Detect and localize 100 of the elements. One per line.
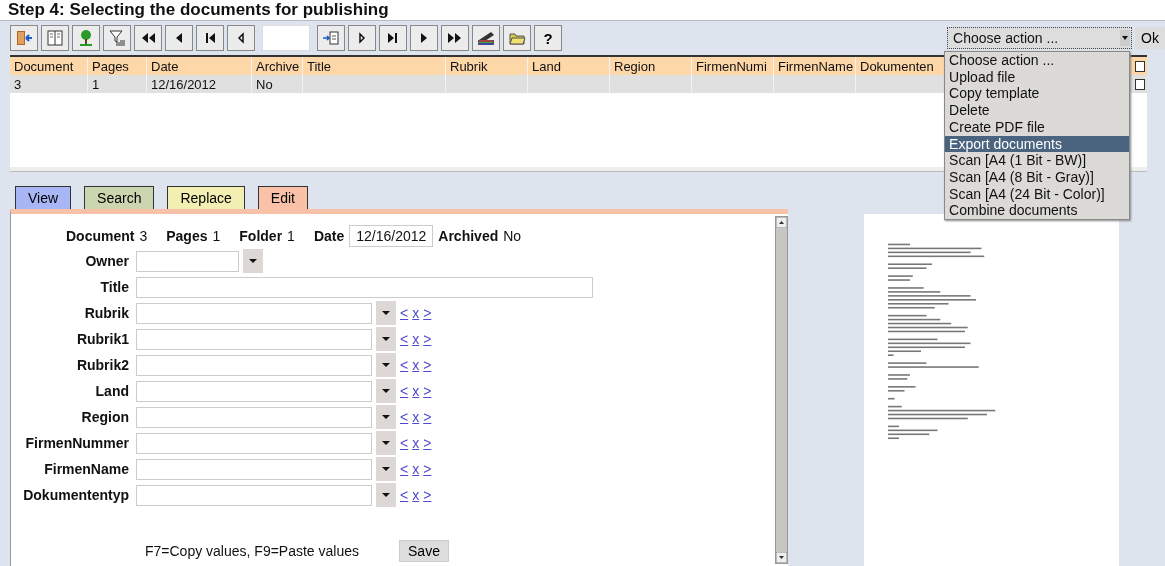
input-field[interactable] bbox=[136, 328, 372, 350]
nav-link[interactable]: > bbox=[423, 383, 432, 399]
nav-link[interactable]: > bbox=[423, 487, 432, 503]
insert-button[interactable] bbox=[317, 25, 345, 51]
nav-link[interactable]: x bbox=[412, 357, 420, 373]
nav-link[interactable]: x bbox=[412, 435, 420, 451]
nav-link[interactable]: > bbox=[423, 357, 432, 373]
tree-icon bbox=[80, 30, 92, 46]
field-label: FirmenName bbox=[43, 461, 130, 477]
save-button[interactable]: Save bbox=[399, 540, 449, 562]
action-dropdown[interactable]: Choose action ... bbox=[947, 27, 1133, 49]
tab[interactable]: Edit bbox=[257, 186, 308, 211]
dropdown-button[interactable] bbox=[376, 301, 396, 325]
nav-link[interactable]: < bbox=[400, 357, 409, 373]
select-all-checkbox[interactable] bbox=[1135, 60, 1145, 72]
columns-button[interactable] bbox=[41, 25, 69, 51]
menu-option[interactable]: Create PDF file bbox=[945, 118, 1130, 136]
nav-link[interactable]: > bbox=[423, 435, 432, 451]
tree-button[interactable] bbox=[72, 25, 100, 51]
input-field[interactable] bbox=[136, 406, 372, 428]
dropdown-button[interactable] bbox=[376, 327, 396, 351]
date-field[interactable]: 12/16/2012 bbox=[349, 225, 434, 247]
next-icon bbox=[359, 32, 366, 44]
first-button[interactable] bbox=[196, 25, 224, 51]
nav-link[interactable]: x bbox=[412, 331, 420, 347]
nav-link[interactable]: x bbox=[412, 305, 420, 321]
folder-button[interactable] bbox=[503, 25, 531, 51]
row-checkbox[interactable] bbox=[1135, 78, 1145, 90]
filter-button[interactable] bbox=[103, 25, 131, 51]
dropdown-button[interactable] bbox=[376, 431, 396, 455]
fast-back-icon bbox=[142, 33, 155, 43]
table-cell: 12/16/2012 bbox=[151, 76, 217, 92]
info-value: 1 bbox=[212, 228, 221, 244]
info-value: No bbox=[503, 228, 522, 244]
field-label: Title bbox=[99, 279, 130, 295]
menu-option[interactable]: Upload file bbox=[945, 68, 1130, 86]
scanner-button[interactable] bbox=[472, 25, 500, 51]
menu-option[interactable]: Copy template bbox=[945, 85, 1130, 103]
dropdown-button[interactable] bbox=[376, 483, 396, 507]
dropdown-button[interactable] bbox=[376, 379, 396, 403]
owner-field[interactable] bbox=[136, 250, 239, 272]
input-field[interactable] bbox=[136, 484, 372, 506]
title-field[interactable] bbox=[136, 276, 593, 298]
last-button[interactable] bbox=[379, 25, 407, 51]
input-field[interactable] bbox=[136, 354, 372, 376]
nav-link[interactable]: < bbox=[400, 435, 409, 451]
tab[interactable]: Replace bbox=[167, 186, 245, 209]
nav-link[interactable]: x bbox=[412, 409, 420, 425]
nav-link[interactable]: < bbox=[400, 331, 409, 347]
help-button[interactable]: ? bbox=[534, 25, 562, 51]
menu-option[interactable]: Delete bbox=[945, 102, 1130, 119]
fastback-button[interactable] bbox=[134, 25, 162, 51]
nav-link[interactable]: < bbox=[400, 461, 409, 477]
table-cell: 3 bbox=[14, 76, 22, 92]
scroll-down-icon[interactable] bbox=[776, 552, 787, 563]
tab[interactable]: Search bbox=[84, 186, 155, 209]
nav-link[interactable]: < bbox=[400, 487, 409, 503]
info-label: Archived bbox=[438, 228, 499, 244]
menu-option[interactable]: Export documents bbox=[945, 135, 1130, 153]
nav-link[interactable]: x bbox=[412, 461, 420, 477]
next-button[interactable] bbox=[348, 25, 376, 51]
field-label: Region bbox=[80, 409, 130, 425]
ok-button[interactable]: Ok bbox=[1135, 27, 1165, 49]
nav-link[interactable]: < bbox=[400, 305, 409, 321]
info-label: Folder bbox=[239, 228, 283, 244]
fastforward-button[interactable] bbox=[441, 25, 469, 51]
dropdown-button[interactable] bbox=[376, 353, 396, 377]
nav-link[interactable]: > bbox=[423, 331, 432, 347]
nav-link[interactable]: > bbox=[423, 461, 432, 477]
menu-option[interactable]: Combine documents bbox=[945, 202, 1130, 220]
first-icon bbox=[206, 33, 215, 43]
forward-button[interactable] bbox=[410, 25, 438, 51]
input-field[interactable] bbox=[136, 380, 372, 402]
input-field[interactable] bbox=[136, 302, 372, 324]
info-value: 3 bbox=[139, 228, 148, 244]
menu-option[interactable]: Choose action ... bbox=[945, 52, 1130, 69]
exit-button[interactable] bbox=[10, 25, 38, 51]
record-input-field[interactable] bbox=[262, 25, 310, 51]
scroll-up-icon[interactable] bbox=[776, 217, 787, 228]
menu-option[interactable]: Scan [A4 (24 Bit - Color)] bbox=[945, 185, 1130, 203]
nav-link[interactable]: < bbox=[400, 383, 409, 399]
nav-link[interactable]: x bbox=[412, 487, 420, 503]
nav-link[interactable]: > bbox=[423, 409, 432, 425]
field-label: Rubrik2 bbox=[75, 357, 130, 373]
door-icon bbox=[17, 31, 33, 45]
dropdown-button[interactable] bbox=[376, 457, 396, 481]
tab[interactable]: View bbox=[15, 186, 72, 209]
nav-link[interactable]: > bbox=[423, 305, 432, 321]
scrollbar[interactable] bbox=[775, 216, 788, 564]
menu-option[interactable]: Scan [A4 (8 Bit - Gray)] bbox=[945, 168, 1130, 186]
input-field[interactable] bbox=[136, 458, 372, 480]
dropdown-button[interactable] bbox=[243, 249, 263, 273]
input-field[interactable] bbox=[136, 432, 372, 454]
info-label: Document bbox=[66, 228, 135, 244]
nav-link[interactable]: < bbox=[400, 409, 409, 425]
nav-link[interactable]: x bbox=[412, 383, 420, 399]
prev-button[interactable] bbox=[227, 25, 255, 51]
menu-option[interactable]: Scan [A4 (1 Bit - BW)] bbox=[945, 152, 1130, 169]
dropdown-button[interactable] bbox=[376, 405, 396, 429]
back-button[interactable] bbox=[165, 25, 193, 51]
